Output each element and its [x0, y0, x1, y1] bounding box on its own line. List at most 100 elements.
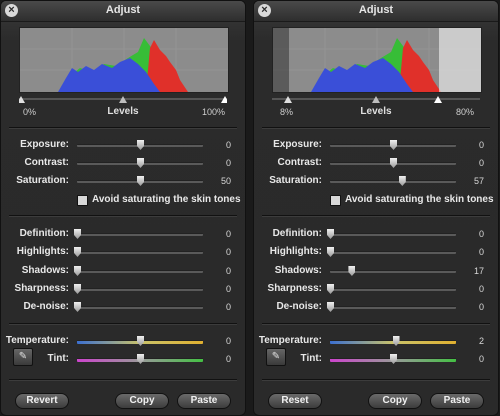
saturation-row: Saturation: 57 [254, 174, 498, 188]
paste-button[interactable]: Paste [430, 393, 484, 409]
slider-thumb[interactable] [390, 354, 397, 364]
temperature-value: 0 [225, 336, 231, 346]
tint-row: Tint: 0 [254, 352, 498, 366]
definition-row: Definition: 0 [1, 227, 245, 241]
sharpness-label: Sharpness: [267, 283, 322, 294]
denoise-slider[interactable] [327, 302, 456, 312]
saturation-row: Saturation: 50 [1, 174, 245, 188]
exposure-slider[interactable] [77, 140, 203, 150]
levels-handles [272, 96, 480, 103]
levels-slider[interactable] [17, 93, 229, 103]
temperature-label: Temperature: [258, 335, 322, 346]
slider-thumb[interactable] [137, 158, 144, 168]
levels-handles [17, 96, 229, 103]
reset-button[interactable]: Reset [268, 393, 322, 409]
slider-thumb[interactable] [137, 354, 144, 364]
saturation-slider[interactable] [77, 176, 203, 186]
exposure-value: 0 [225, 140, 231, 150]
temperature-row: Temperature: 0 [1, 334, 245, 348]
slider-thumb[interactable] [327, 229, 334, 239]
highlights-value: 0 [225, 247, 231, 257]
levels-max-label: 80% [455, 107, 474, 117]
slider-thumb[interactable] [74, 284, 81, 294]
sharpness-value: 0 [225, 284, 231, 294]
saturation-value: 57 [473, 176, 484, 186]
slider-thumb[interactable] [398, 176, 406, 186]
saturation-slider[interactable] [330, 176, 456, 186]
slider-thumb[interactable] [327, 284, 334, 294]
highlights-label: Highlights: [269, 246, 322, 257]
temperature-slider[interactable] [330, 336, 456, 346]
slider-thumb[interactable] [137, 336, 144, 346]
slider-thumb[interactable] [327, 302, 334, 312]
temperature-row: Temperature: 2 [254, 334, 498, 348]
slider-thumb[interactable] [390, 140, 397, 150]
slider-thumb[interactable] [74, 247, 81, 257]
tint-label: Tint: [300, 353, 322, 364]
denoise-slider[interactable] [74, 302, 203, 312]
skin-tones-checkbox[interactable] [77, 195, 88, 206]
tint-slider[interactable] [77, 354, 203, 364]
definition-slider[interactable] [327, 229, 456, 239]
highlights-slider[interactable] [74, 247, 203, 257]
shadows-slider[interactable] [330, 266, 456, 276]
divider [262, 379, 490, 381]
tint-value: 0 [225, 354, 231, 364]
copy-button[interactable]: Copy [115, 393, 169, 409]
titlebar: × Adjust [254, 1, 498, 22]
sharpness-slider[interactable] [74, 284, 203, 294]
sharpness-row: Sharpness: 0 [254, 282, 498, 296]
highlights-row: Highlights: 0 [1, 245, 245, 259]
exposure-label: Exposure: [273, 139, 322, 150]
slider-thumb[interactable] [137, 140, 144, 150]
exposure-row: Exposure: 0 [1, 138, 245, 152]
exposure-label: Exposure: [20, 139, 69, 150]
sharpness-slider[interactable] [327, 284, 456, 294]
adjust-panel-right: × Adjust 8% Levels 80% Exposure: 0 Contr… [253, 0, 499, 416]
contrast-label: Contrast: [277, 157, 322, 168]
divider [9, 127, 237, 129]
skin-tones-checkbox[interactable] [330, 195, 341, 206]
paste-button[interactable]: Paste [177, 393, 231, 409]
levels-max-label: 100% [201, 107, 225, 117]
highlights-label: Highlights: [16, 246, 69, 257]
temperature-label: Temperature: [5, 335, 69, 346]
contrast-slider[interactable] [77, 158, 203, 168]
definition-value: 0 [225, 229, 231, 239]
saturation-label: Saturation: [269, 175, 322, 186]
temperature-slider[interactable] [77, 336, 203, 346]
slider-thumb[interactable] [74, 302, 81, 312]
panel-title: Adjust [358, 4, 394, 16]
denoise-label: De-noise: [23, 301, 69, 312]
copy-button[interactable]: Copy [368, 393, 422, 409]
slider-thumb[interactable] [392, 336, 400, 346]
tint-slider[interactable] [330, 354, 456, 364]
levels-histogram [272, 27, 482, 93]
highlights-slider[interactable] [327, 247, 456, 257]
definition-slider[interactable] [74, 229, 203, 239]
slider-thumb[interactable] [327, 247, 334, 257]
shadows-label: Shadows: [274, 265, 322, 276]
exposure-slider[interactable] [330, 140, 456, 150]
sharpness-label: Sharpness: [14, 283, 69, 294]
slider-thumb[interactable] [390, 158, 397, 168]
slider-thumb[interactable] [137, 176, 144, 186]
shadows-slider[interactable] [74, 266, 203, 276]
slider-thumb[interactable] [74, 266, 81, 276]
tint-row: Tint: 0 [1, 352, 245, 366]
denoise-row: De-noise: 0 [1, 300, 245, 314]
slider-thumb[interactable] [74, 229, 81, 239]
contrast-slider[interactable] [330, 158, 456, 168]
contrast-row: Contrast: 0 [254, 156, 498, 170]
divider [262, 127, 490, 129]
shadows-row: Shadows: 17 [254, 264, 498, 278]
denoise-label: De-noise: [276, 301, 322, 312]
slider-thumb[interactable] [348, 266, 356, 276]
levels-slider[interactable] [272, 93, 480, 103]
contrast-value: 0 [225, 158, 231, 168]
panel-title: Adjust [105, 4, 141, 16]
shadows-row: Shadows: 0 [1, 264, 245, 278]
contrast-row: Contrast: 0 [1, 156, 245, 170]
histogram-graph [20, 28, 228, 92]
revert-button[interactable]: Revert [15, 393, 69, 409]
